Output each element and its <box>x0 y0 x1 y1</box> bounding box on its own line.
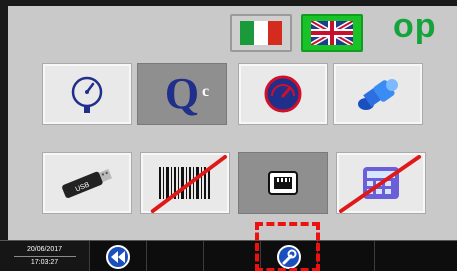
hmi-screen: op Q c USB 20/06/2017 17:03:27 <box>0 0 457 271</box>
fitting-icon <box>358 79 398 110</box>
barcode-icon <box>159 167 210 199</box>
back-button-cell[interactable] <box>90 241 147 271</box>
rewind-back-icon <box>111 250 125 263</box>
back-button[interactable] <box>106 244 130 269</box>
current-date: 20/06/2017 <box>26 246 63 253</box>
qc-main-letter: Q <box>164 69 200 118</box>
keypad-icon <box>363 167 399 199</box>
tachometer-tile-button[interactable] <box>238 63 328 125</box>
screen-frame-top <box>0 0 457 6</box>
usb-stick-icon: USB <box>62 168 113 198</box>
empty-nav-slot-4[interactable] <box>375 241 457 271</box>
empty-nav-slot-1[interactable] <box>147 241 204 271</box>
brand-logo-text: op <box>393 7 437 45</box>
language-english-button[interactable] <box>301 14 363 52</box>
qc-tile-button[interactable]: Q c <box>137 63 227 125</box>
fitting-tile-button[interactable] <box>333 63 423 125</box>
gauge-icon <box>71 76 103 113</box>
highlight-annotation-box <box>255 222 320 271</box>
barcode-tile-button[interactable] <box>140 152 230 214</box>
usb-tile-button[interactable]: USB <box>42 152 132 214</box>
bottom-navigation-bar: 20/06/2017 17:03:27 <box>0 240 457 271</box>
datetime-display: 20/06/2017 17:03:27 <box>0 241 90 271</box>
keypad-tile-button[interactable] <box>336 152 426 214</box>
qc-icon: Q c <box>164 69 209 118</box>
gauge-tile-button[interactable] <box>42 63 132 125</box>
screen-frame-left <box>0 0 8 240</box>
datetime-divider <box>13 256 76 257</box>
qc-superscript: c <box>202 83 210 100</box>
italian-flag-icon <box>240 21 282 45</box>
empty-nav-slot-2[interactable] <box>204 241 261 271</box>
empty-nav-slot-3[interactable] <box>318 241 375 271</box>
network-tile-button[interactable] <box>238 152 328 214</box>
uk-flag-icon <box>311 21 353 45</box>
language-italian-button[interactable] <box>230 14 292 52</box>
network-port-icon <box>268 171 298 195</box>
current-time: 17:03:27 <box>30 259 59 266</box>
tachometer-icon <box>264 75 302 113</box>
